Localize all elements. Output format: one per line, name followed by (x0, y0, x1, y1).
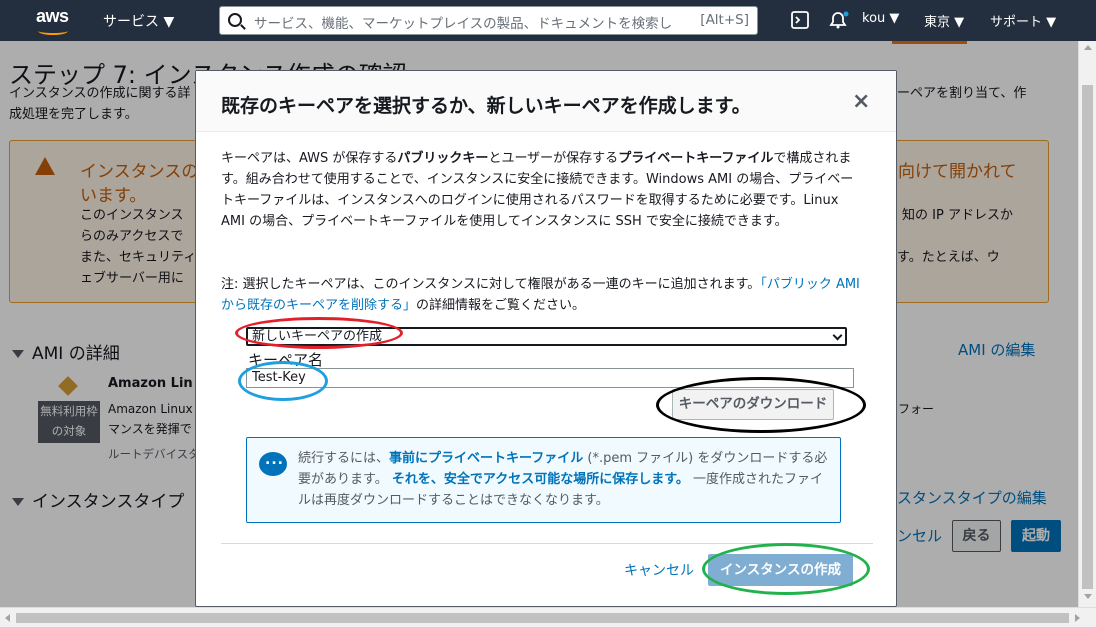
download-info-box: 続行するには、事前にプライベートキーファイル (*.pem ファイル) をダウン… (246, 437, 841, 523)
region-menu[interactable]: 東京 ▼ (924, 11, 964, 30)
dialog-divider (221, 543, 873, 544)
search-input[interactable]: サービス、機能、マーケットプレイスの製品、ドキュメントを検索し [Alt+S] (219, 6, 758, 35)
keypair-note: 注: 選択したキーペアは、このインスタンスに対して権限がある一連のキーに追加され… (221, 277, 860, 313)
vertical-scrollbar[interactable] (1078, 41, 1096, 607)
search-placeholder: サービス、機能、マーケットプレイスの製品、ドキュメントを検索し (254, 16, 673, 32)
download-info-text: 続行するには、事前にプライベートキーファイル (*.pem ファイル) をダウン… (298, 451, 828, 508)
aws-smile-icon (38, 27, 68, 35)
aws-logo[interactable]: aws (36, 6, 69, 35)
chat-bubble-icon (259, 452, 287, 476)
horizontal-scrollbar[interactable] (0, 607, 1096, 627)
scrollbar-thumb[interactable] (1082, 85, 1093, 589)
keypair-name-input[interactable]: Test-Key (246, 368, 854, 388)
key-pair-dialog: 既存のキーペアを選択するか、新しいキーペアを作成します。 × キーペアは、AWS… (195, 70, 897, 607)
dialog-header: 既存のキーペアを選択するか、新しいキーペアを作成します。 × (196, 71, 896, 132)
keypair-description: キーペアは、AWS が保存するパブリックキーとユーザーが保存するプライベートキー… (221, 151, 854, 229)
keypair-option-value: 新しいキーペアの作成 (252, 329, 383, 344)
user-menu[interactable]: kou ▼ (862, 11, 899, 26)
keypair-name-label: キーペア名 (248, 351, 324, 369)
dialog-cancel-button[interactable]: キャンセル (624, 560, 694, 580)
services-menu[interactable]: サービス ▼ (103, 11, 174, 31)
hscrollbar-thumb[interactable] (16, 613, 1069, 623)
dialog-title: 既存のキーペアを選択するか、新しいキーペアを作成します。 (221, 95, 751, 117)
support-menu[interactable]: サポート ▼ (990, 11, 1056, 30)
scroll-left-icon[interactable] (5, 614, 10, 622)
close-icon[interactable]: × (852, 91, 870, 113)
search-icon (228, 13, 242, 27)
keypair-option-select[interactable]: 新しいキーペアの作成 (246, 327, 847, 346)
top-navigation-bar: aws サービス ▼ サービス、機能、マーケットプレイスの製品、ドキュメントを検… (0, 0, 1096, 41)
aws-logo-text: aws (36, 6, 69, 26)
bell-icon[interactable] (827, 10, 849, 30)
scroll-down-icon[interactable] (1084, 594, 1092, 599)
chevron-down-icon (832, 330, 843, 341)
scroll-right-icon[interactable] (1075, 614, 1080, 622)
search-shortcut: [Alt+S] (700, 12, 749, 28)
download-keypair-button[interactable]: キーペアのダウンロード (672, 389, 834, 420)
cloudshell-icon[interactable] (791, 11, 809, 29)
create-instance-button[interactable]: インスタンスの作成 (708, 554, 853, 586)
scroll-up-icon[interactable] (1084, 45, 1092, 50)
